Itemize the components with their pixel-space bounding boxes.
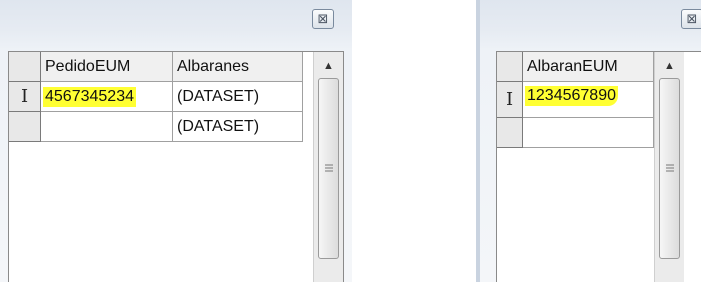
row-indicator[interactable]: I: [9, 82, 41, 112]
vertical-scrollbar[interactable]: ▲: [313, 52, 343, 282]
table-row[interactable]: (DATASET): [9, 112, 343, 142]
scroll-up-arrow-icon[interactable]: ▲: [314, 60, 343, 72]
close-icon[interactable]: ⊠: [312, 9, 334, 29]
vertical-scrollbar[interactable]: ▲: [654, 52, 684, 282]
row-indicator[interactable]: [497, 118, 523, 148]
right-dataset-window: ⊠ AlbaranEUM I 1234567890 ▲: [476, 0, 701, 282]
grip-lines-icon: [665, 164, 674, 173]
row-indicator[interactable]: I: [497, 82, 523, 118]
column-header-pedidoeum[interactable]: PedidoEUM: [41, 52, 173, 82]
cell-albaraneum[interactable]: 1234567890: [523, 82, 654, 118]
delivery-notes-grid[interactable]: AlbaranEUM I 1234567890 ▲: [496, 51, 701, 282]
cell-albaranes[interactable]: (DATASET): [173, 82, 303, 112]
scroll-thumb[interactable]: [659, 78, 680, 259]
close-icon[interactable]: ⊠: [681, 9, 701, 29]
corner-header: [497, 52, 523, 82]
table-row[interactable]: I 4567345234 (DATASET): [9, 82, 343, 112]
cell-value: 1234567890: [525, 86, 618, 106]
text-cursor-icon: I: [20, 86, 29, 107]
cell-albaraneum[interactable]: [523, 118, 654, 148]
scroll-thumb[interactable]: [318, 78, 339, 259]
column-header-albaranes[interactable]: Albaranes: [173, 52, 303, 82]
corner-header: [9, 52, 41, 82]
grip-lines-icon: [324, 164, 333, 173]
cell-albaranes[interactable]: (DATASET): [173, 112, 303, 142]
cell-value: 4567345234: [43, 86, 136, 107]
orders-grid[interactable]: PedidoEUM Albaranes I 4567345234 (DATASE…: [8, 51, 344, 282]
cell-pedidoeum[interactable]: 4567345234: [41, 82, 173, 112]
column-header-albaraneum[interactable]: AlbaranEUM: [523, 52, 654, 82]
scroll-up-arrow-icon[interactable]: ▲: [655, 60, 684, 72]
text-cursor-icon: I: [505, 89, 514, 110]
cell-pedidoeum[interactable]: [41, 112, 173, 142]
row-indicator[interactable]: [9, 112, 41, 142]
grid-header-row: PedidoEUM Albaranes: [9, 52, 343, 82]
window-border: [476, 0, 480, 282]
left-dataset-window: ⊠ PedidoEUM Albaranes I 4567345234 (DATA…: [0, 0, 352, 282]
